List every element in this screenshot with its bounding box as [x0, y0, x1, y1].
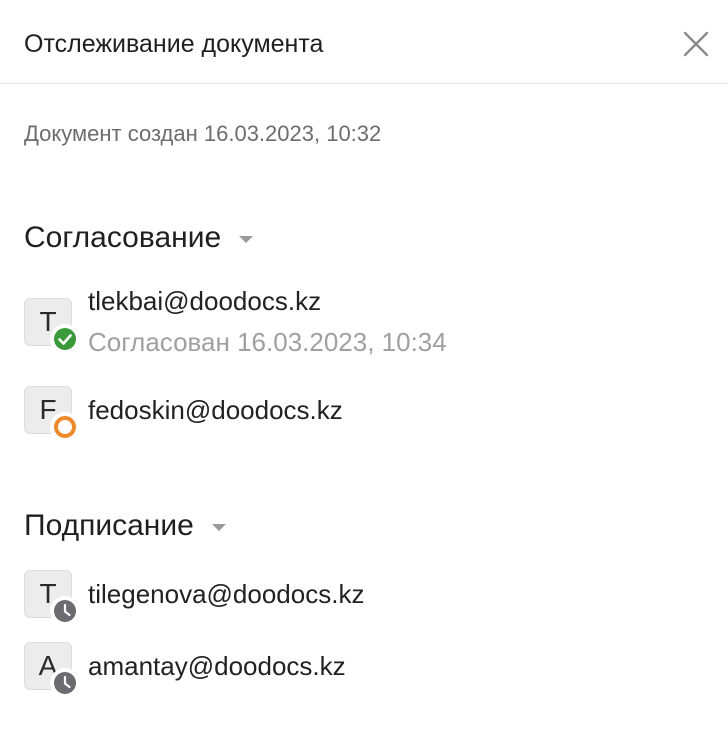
section-signing-title: Подписание — [24, 509, 194, 542]
approver-email: tlekbai@doodocs.kz — [88, 286, 322, 316]
in-progress-status-badge — [50, 412, 80, 442]
section-approval-toggle[interactable]: Согласование — [24, 220, 254, 256]
signer-email: tilegenova@doodocs.kz — [88, 579, 365, 609]
check-circle-icon — [52, 326, 78, 352]
document-tracking-panel: Отслеживание документа Документ создан 1… — [0, 0, 728, 736]
panel-title: Отслеживание документа — [24, 30, 324, 58]
clock-icon — [52, 598, 78, 624]
approval-status-text: Согласован 16.03.2023, 10:34 — [88, 327, 447, 357]
caret-down-icon — [211, 524, 226, 531]
clock-icon — [52, 670, 78, 696]
pending-status-badge — [50, 596, 80, 626]
approver-email: fedoskin@doodocs.kz — [88, 395, 343, 425]
close-icon — [683, 31, 709, 57]
caret-down-icon — [239, 236, 254, 243]
created-timestamp: Документ создан 16.03.2023, 10:32 — [24, 121, 382, 146]
pending-status-badge — [50, 668, 80, 698]
approved-status-badge — [50, 324, 80, 354]
panel-header: Отслеживание документа — [0, 0, 728, 84]
section-approval-title: Согласование — [24, 221, 222, 254]
signer-email: amantay@doodocs.kz — [88, 651, 346, 681]
ring-icon — [52, 414, 78, 440]
section-signing-toggle[interactable]: Подписание — [24, 508, 226, 544]
close-button[interactable] — [680, 28, 712, 60]
